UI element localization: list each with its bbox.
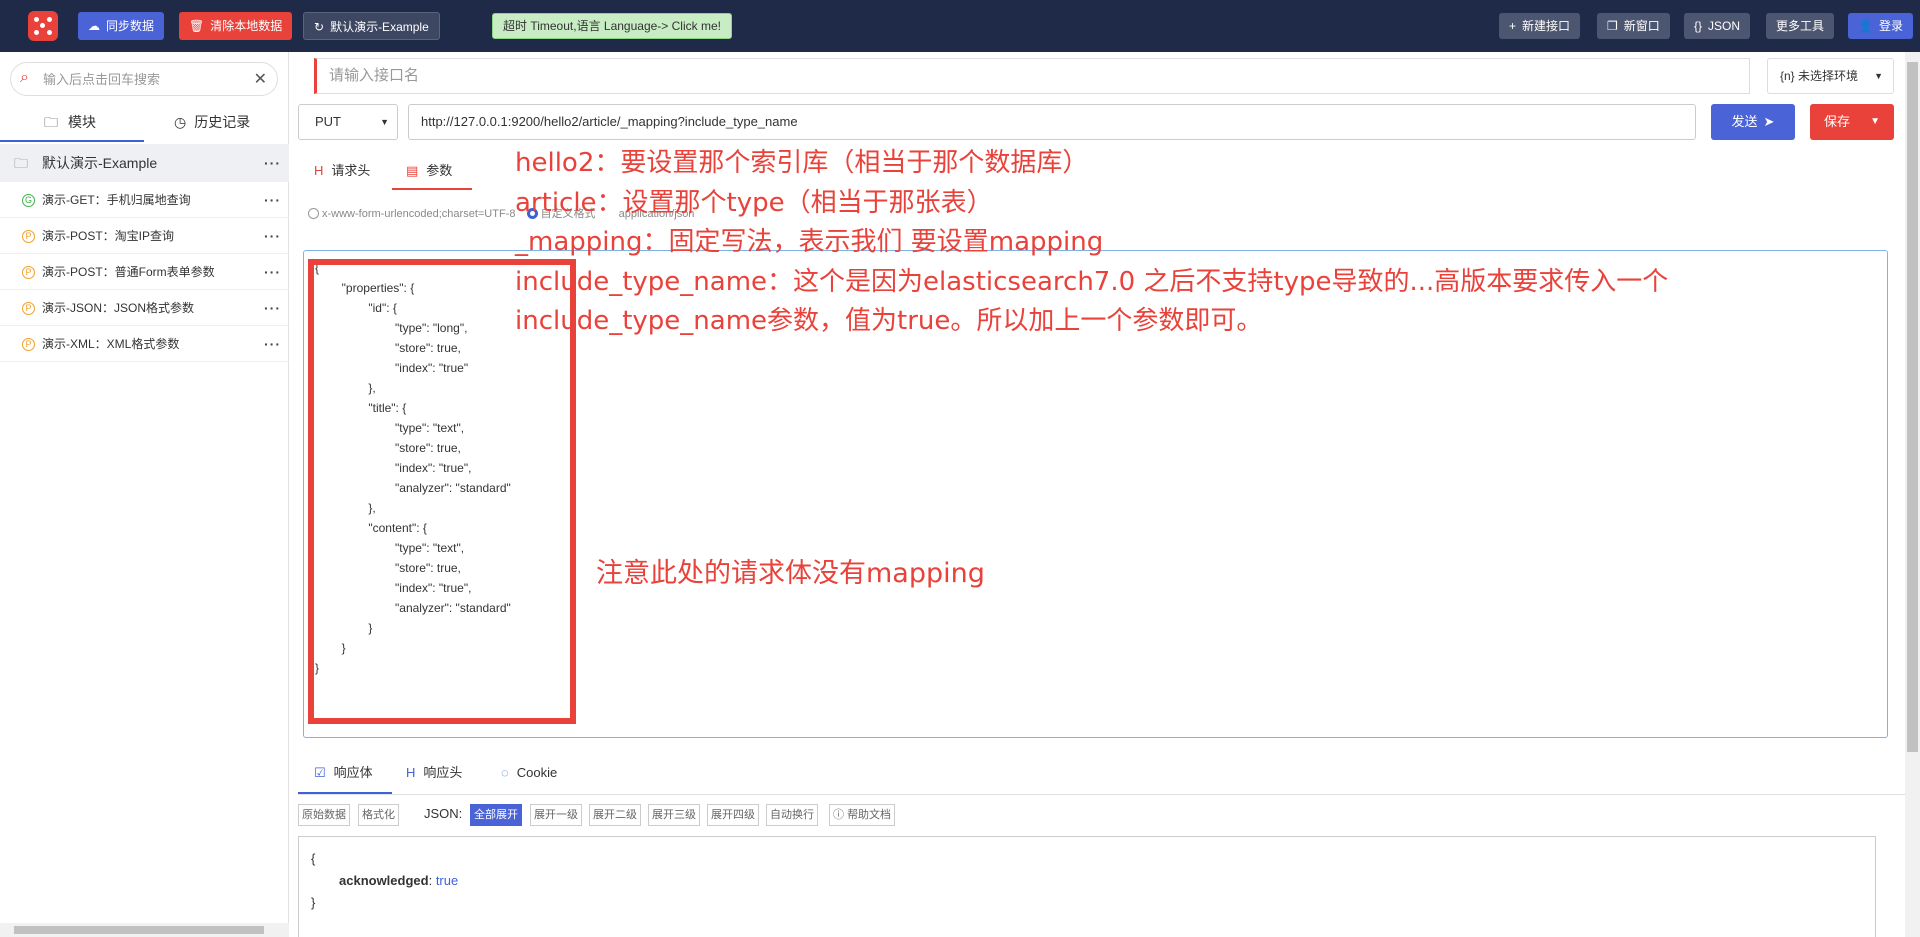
tab-cookie[interactable]: ◌ Cookie — [501, 760, 557, 796]
sidebar-api-item[interactable]: P 演示-POST：普通Form表单参数 ··· — [0, 254, 289, 290]
sidebar-api-item[interactable]: P 演示-JSON：JSON格式参数 ··· — [0, 290, 289, 326]
checkbox-icon: ☑ — [314, 765, 326, 780]
tab-response-body[interactable]: ☑ 响应体 — [314, 760, 373, 796]
sidebar-api-item[interactable]: P 演示-POST：淘宝IP查询 ··· — [0, 218, 289, 254]
active-tab-indicator — [0, 140, 144, 142]
caret-down-icon[interactable]: ▼ — [1870, 104, 1880, 140]
sidebar-item-label: 演示-POST：淘宝IP查询 — [42, 229, 175, 243]
help-docs-button[interactable]: ⓘ 帮助文档 — [829, 804, 896, 826]
method-badge-icon: P — [22, 302, 35, 315]
help-icon: ⓘ — [833, 809, 848, 821]
sidebar-api-item[interactable]: P 演示-XML：XML格式参数 ··· — [0, 326, 289, 362]
send-icon: ➤ — [1763, 114, 1775, 129]
more-options-icon[interactable]: ··· — [264, 254, 281, 290]
api-name-input[interactable]: 请输入接口名 — [314, 58, 1750, 94]
clock-icon: ◷ — [174, 114, 187, 130]
json-label: JSON: — [424, 806, 463, 821]
method-badge-icon: P — [22, 266, 35, 279]
caret-down-icon: ▼ — [1874, 71, 1883, 81]
annotation-text: hello2：要设置那个索引库（相当于那个数据库） article：设置那个ty… — [515, 148, 1669, 336]
clear-local-data-button[interactable]: 🗑 清除本地数据 — [179, 12, 293, 40]
url-input[interactable]: http://127.0.0.1:9200/hello2/article/_ma… — [408, 104, 1696, 140]
expand-level4-button[interactable]: 展开四级 — [707, 804, 759, 826]
send-button[interactable]: 发送 ➤ — [1711, 104, 1795, 140]
sidebar-item-label: 演示-JSON：JSON格式参数 — [42, 301, 195, 315]
more-options-icon[interactable]: ··· — [264, 326, 281, 362]
search-box: ⌕ ✕ — [10, 62, 278, 96]
search-icon: ⌕ — [20, 69, 29, 86]
trash-icon: 🗑 — [189, 19, 205, 33]
method-select[interactable]: PUT ▼ — [298, 104, 398, 140]
refresh-icon: ↻ — [314, 20, 325, 34]
language-timeout-button[interactable]: 超时 Timeout,语言 Language-> Click me! — [492, 13, 732, 39]
raw-data-button[interactable]: 原始数据 — [298, 804, 350, 826]
response-body-viewer[interactable]: { acknowledged: true } — [298, 836, 1876, 937]
more-options-icon[interactable]: ··· — [264, 182, 281, 218]
response-json-line: acknowledged: true — [339, 873, 459, 888]
json-icon: {} — [1694, 19, 1703, 33]
sidebar-group[interactable]: 🗀 默认演示-Example ··· — [0, 144, 289, 182]
more-options-icon[interactable]: ··· — [264, 218, 281, 254]
sync-button[interactable]: ☁ 同步数据 — [78, 12, 165, 40]
sidebar-api-item[interactable]: G 演示-GET：手机归属地查询 ··· — [0, 182, 289, 218]
folder-icon: 🗀 — [14, 155, 28, 171]
header-icon: H — [314, 163, 324, 178]
active-tab-indicator — [392, 188, 472, 190]
caret-down-icon: ▼ — [380, 117, 389, 127]
window-icon: ❐ — [1607, 19, 1618, 33]
clear-icon[interactable]: ✕ — [254, 69, 267, 89]
params-icon: ▤ — [406, 163, 419, 178]
top-bar: ☁ 同步数据 🗑 清除本地数据 ↻ 默认演示-Example 超时 Timeout,语… — [0, 0, 1920, 52]
cloud-sync-icon: ☁ — [88, 19, 100, 33]
method-badge-icon: P — [22, 338, 35, 351]
divider — [298, 794, 1905, 795]
auto-wrap-button[interactable]: 自动换行 — [766, 804, 818, 826]
sidebar-item-label: 演示-GET：手机归属地查询 — [42, 193, 191, 207]
expand-level2-button[interactable]: 展开二级 — [589, 804, 641, 826]
tab-params[interactable]: ▤ 参数 — [406, 152, 452, 190]
tab-history[interactable]: ◷ 历史记录 — [174, 112, 250, 142]
plus-icon: + — [1509, 19, 1517, 33]
tab-request-headers[interactable]: H 请求头 — [314, 152, 370, 190]
horizontal-scrollbar[interactable] — [0, 923, 289, 937]
more-options-icon[interactable]: ··· — [264, 144, 281, 182]
method-badge-icon: G — [22, 194, 35, 207]
cookie-icon: ◌ — [501, 765, 509, 780]
folder-icon: 🗀 — [44, 114, 58, 130]
sidebar-item-label: 演示-XML：XML格式参数 — [42, 337, 180, 351]
tab-modules[interactable]: 🗀 模块 — [44, 112, 96, 142]
header-icon: H — [406, 765, 416, 780]
radio-form[interactable] — [308, 208, 319, 219]
project-switch-button[interactable]: ↻ 默认演示-Example — [303, 12, 440, 40]
environment-select[interactable]: {n} 未选择环境 ▼ — [1767, 58, 1894, 94]
method-badge-icon: P — [22, 230, 35, 243]
sidebar: ⌕ ✕ 🗀模块 ◷历史记录 🗀 默认演示-Example ··· G 演示-GET… — [0, 52, 289, 937]
format-button[interactable]: 格式化 — [358, 804, 399, 826]
login-button[interactable]: 👤 登录 — [1848, 13, 1913, 39]
new-api-button[interactable]: + 新建接口 — [1499, 13, 1581, 39]
vertical-scrollbar[interactable] — [1905, 52, 1920, 937]
user-icon: 👤 — [1858, 19, 1873, 33]
scrollbar-thumb[interactable] — [14, 926, 264, 934]
expand-all-button[interactable]: 全部展开 — [470, 804, 522, 826]
new-window-button[interactable]: ❐ 新窗口 — [1597, 13, 1670, 39]
more-tools-button[interactable]: 更多工具 — [1766, 13, 1835, 39]
expand-level1-button[interactable]: 展开一级 — [530, 804, 582, 826]
expand-level3-button[interactable]: 展开三级 — [648, 804, 700, 826]
json-button[interactable]: {} JSON — [1684, 13, 1751, 39]
annotation-note: 注意此处的请求体没有mapping — [596, 558, 985, 589]
scrollbar-thumb[interactable] — [1907, 62, 1918, 752]
dice-logo-icon — [28, 11, 58, 41]
search-input[interactable] — [43, 69, 253, 89]
sidebar-item-label: 演示-POST：普通Form表单参数 — [42, 265, 215, 279]
save-button[interactable]: 保存 ▼ — [1810, 104, 1894, 140]
tab-response-headers[interactable]: H 响应头 — [406, 760, 462, 796]
more-options-icon[interactable]: ··· — [264, 290, 281, 326]
